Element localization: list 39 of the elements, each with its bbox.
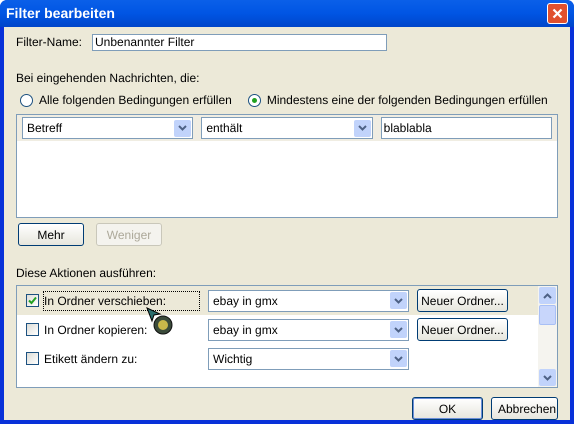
filter-name-label: Filter-Name: [16,34,82,51]
checkbox[interactable] [26,352,39,365]
dropdown[interactable]: ebay in gmx [208,318,409,340]
window-title: Filter bearbeiten [6,4,115,23]
radio-button[interactable] [20,94,33,106]
scroll-thumb[interactable] [539,305,556,325]
radio-label[interactable]: Mindestens eine der folgenden Bedingungen erfüllen [266,91,548,109]
match-label: Bei eingehenden Nachrichten, die: [16,70,200,87]
close-button[interactable] [547,3,568,24]
dropdown[interactable]: Wichtig [208,348,409,370]
action-label[interactable]: Etikett ändern zu: [44,350,199,368]
action-label[interactable]: In Ordner kopieren: [44,320,199,338]
dropdown-caret-icon[interactable] [174,120,192,136]
checkbox[interactable] [26,323,39,336]
close-icon[interactable] [552,8,563,19]
checkbox[interactable] [26,294,39,307]
condition-row[interactable]: Betreff enthält blablabla [17,115,557,141]
dropdown-caret-icon[interactable] [354,120,371,136]
dropdown[interactable]: ebay in gmx [208,290,409,312]
new-folder-button[interactable]: Neuer Ordner... [417,318,508,341]
scroll-down-icon[interactable] [539,369,556,386]
dropdown-caret-icon[interactable] [390,321,407,338]
scrollbar[interactable] [538,286,557,387]
cancel-button[interactable]: Abbrechen [491,397,558,420]
more-button[interactable]: Mehr [18,223,84,246]
new-folder-button[interactable]: Neuer Ordner... [417,289,508,312]
dropdown[interactable]: Betreff [22,117,194,139]
actions-label: Diese Aktionen ausführen: [16,265,158,282]
action-row[interactable]: In Ordner verschieben: ebay in gmx Neuer Ordner... [17,286,538,315]
action-label[interactable]: In Ordner verschieben: [44,292,199,310]
condition-value-input[interactable]: blablabla [380,117,552,139]
ok-button[interactable]: OK [412,397,483,420]
dropdown[interactable]: enthält [201,117,373,139]
radio-button[interactable] [248,94,261,106]
radio-label[interactable]: Alle folgenden Bedingungen erfüllen [39,91,232,109]
scroll-up-icon[interactable] [539,287,556,304]
filter-name-input[interactable]: Unbenannter Filter [92,34,388,50]
dropdown-caret-icon[interactable] [390,292,407,309]
dropdown-caret-icon[interactable] [390,350,407,367]
